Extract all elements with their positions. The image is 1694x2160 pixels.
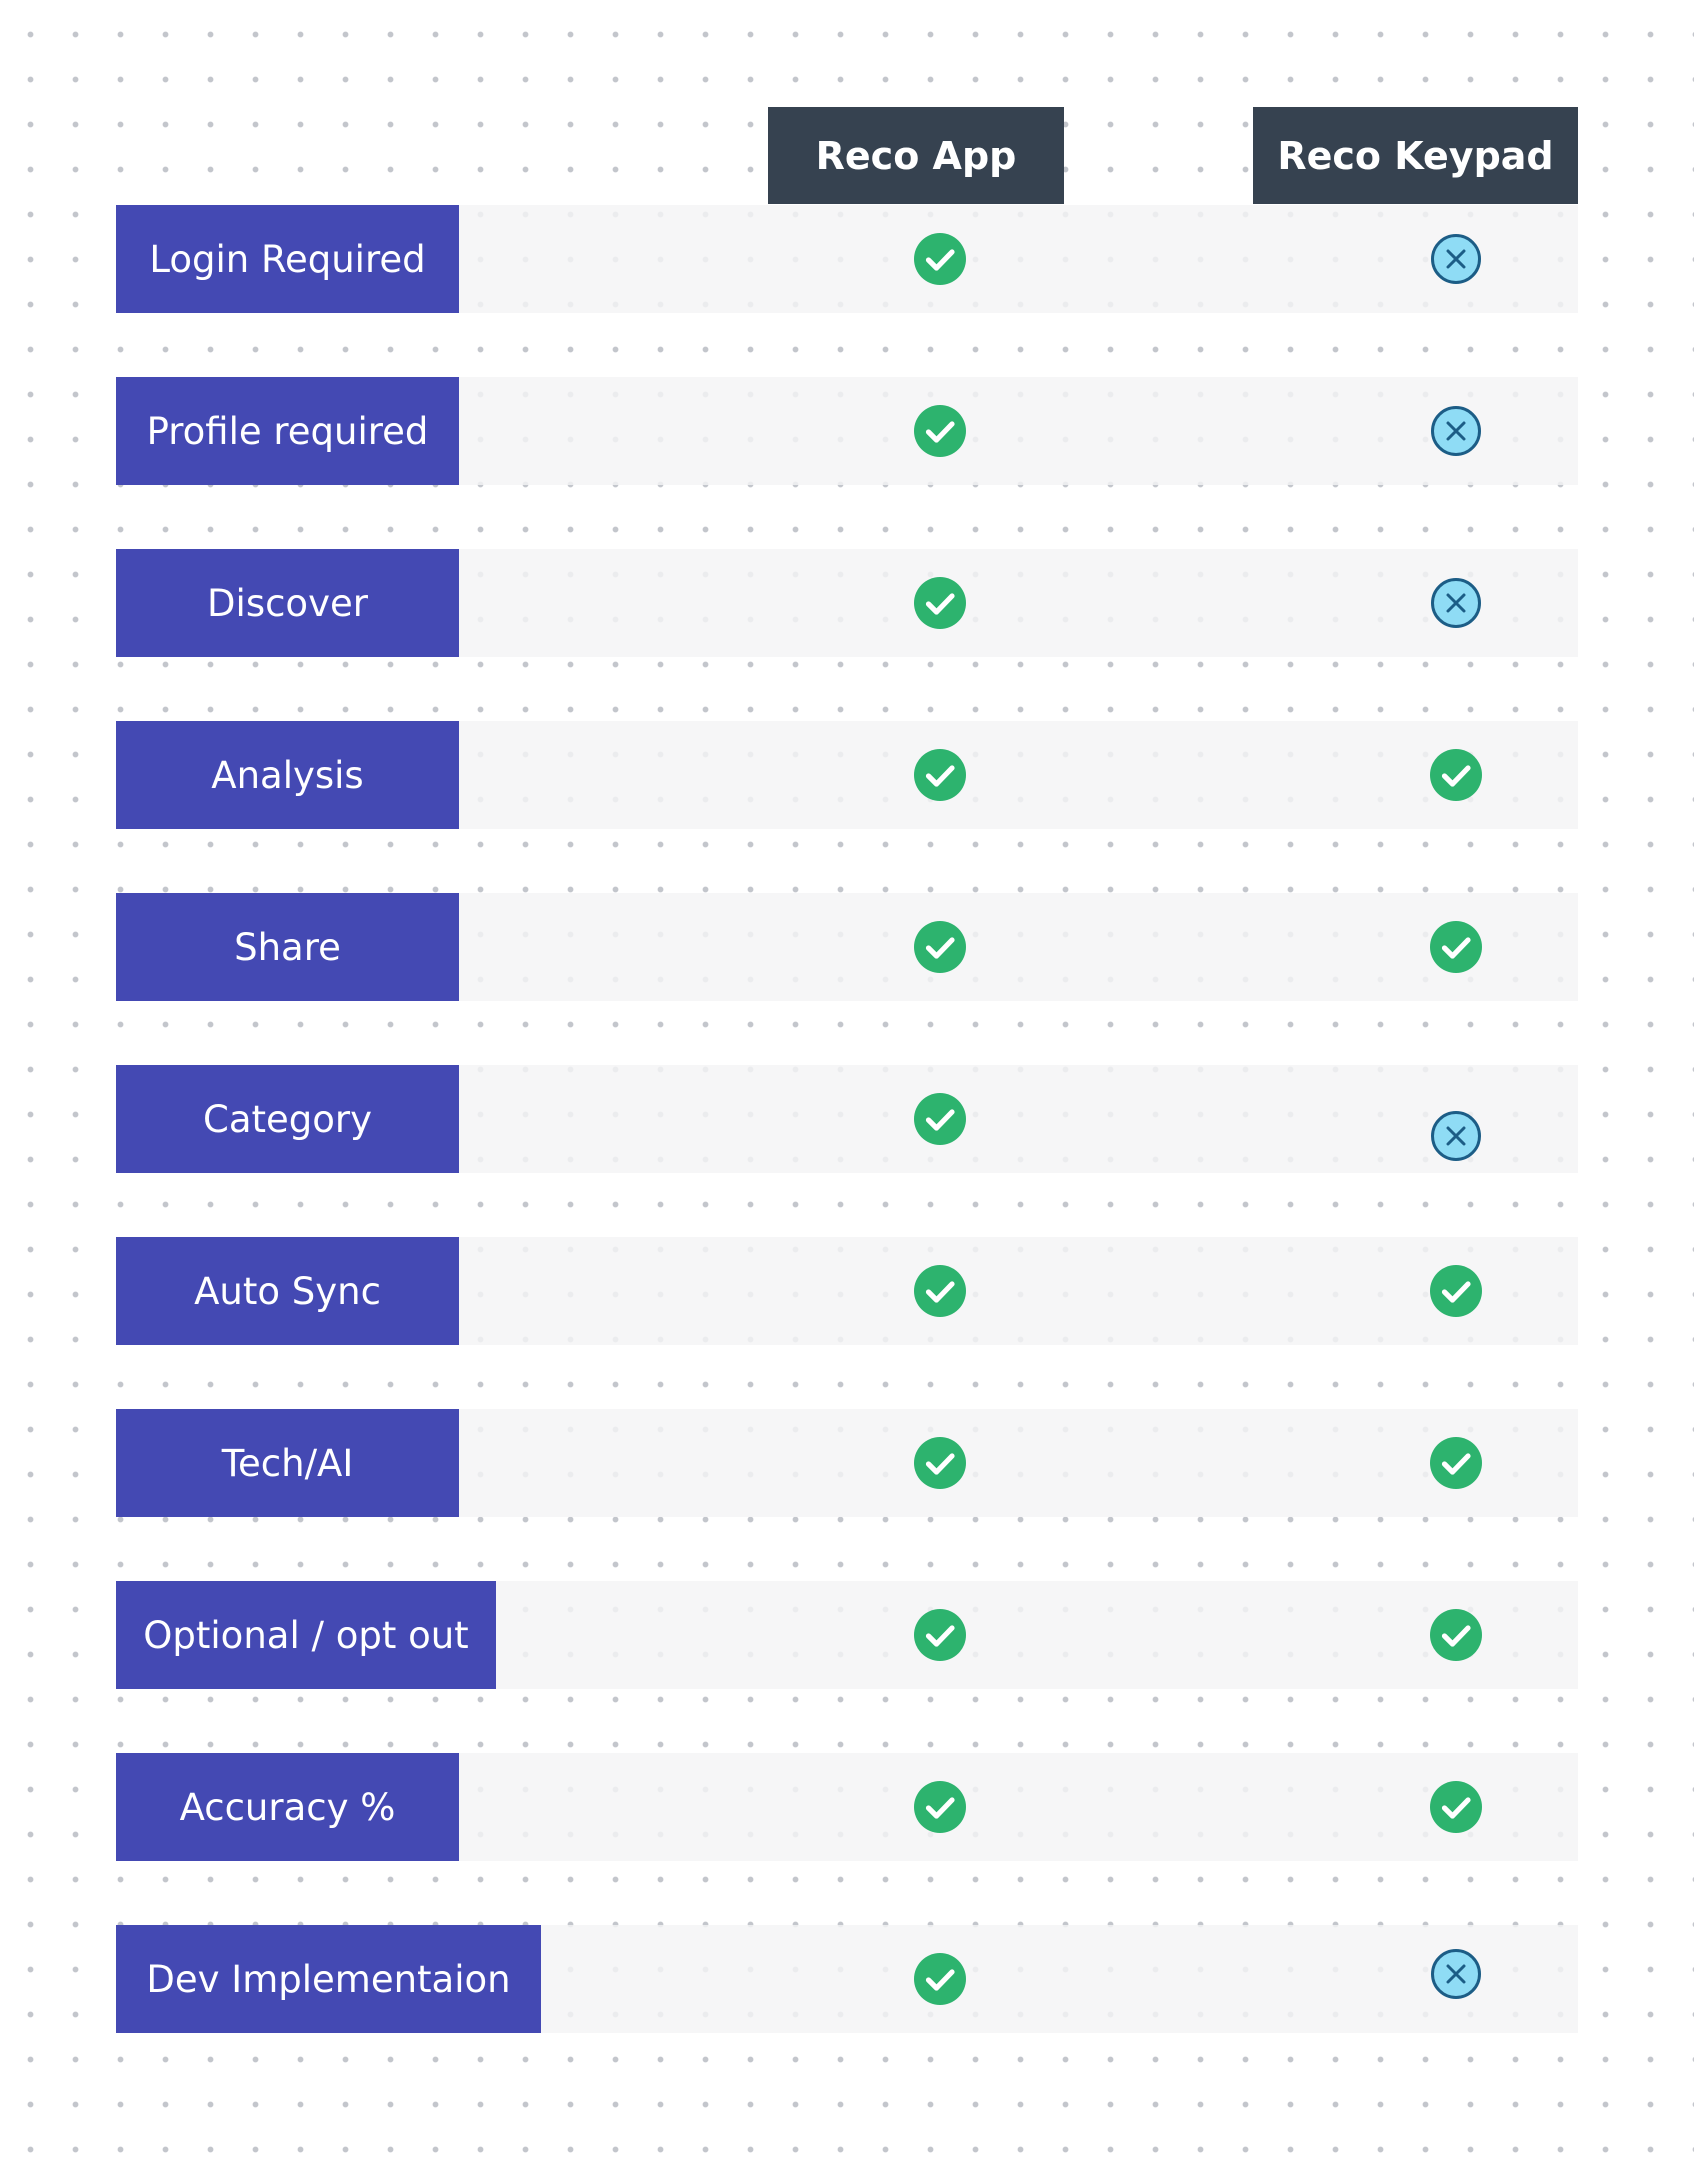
row-label: Auto Sync: [116, 1237, 459, 1345]
check-icon: [1429, 920, 1483, 974]
check-icon: [913, 748, 967, 802]
cross-circle-icon: [1429, 404, 1483, 458]
row-label: Dev Implementaion: [116, 1925, 541, 2033]
check-icon: [1429, 1608, 1483, 1662]
row-label: Profile required: [116, 377, 459, 485]
cross-circle-icon: [1429, 1109, 1483, 1163]
check-icon: [1429, 1780, 1483, 1834]
check-icon: [913, 1780, 967, 1834]
column-header-reco-keypad: Reco Keypad: [1253, 107, 1578, 204]
row-label: Discover: [116, 549, 459, 657]
comparison-page: { "columns": [ {"label": "Reco App"}, {"…: [0, 0, 1694, 2160]
check-icon: [913, 576, 967, 630]
check-icon: [913, 1264, 967, 1318]
row-label: Optional / opt out: [116, 1581, 496, 1689]
check-icon: [1429, 748, 1483, 802]
check-icon: [913, 1436, 967, 1490]
check-icon: [913, 1608, 967, 1662]
check-icon: [913, 404, 967, 458]
check-icon: [913, 232, 967, 286]
cross-circle-icon: [1429, 576, 1483, 630]
column-header-reco-app: Reco App: [768, 107, 1064, 204]
check-icon: [1429, 1264, 1483, 1318]
row-label: Share: [116, 893, 459, 1001]
row-label: Analysis: [116, 721, 459, 829]
check-icon: [913, 920, 967, 974]
row-label: Login Required: [116, 205, 459, 313]
check-icon: [1429, 1436, 1483, 1490]
check-icon: [913, 1092, 967, 1146]
row-label: Tech/AI: [116, 1409, 459, 1517]
check-icon: [913, 1952, 967, 2006]
row-label: Accuracy %: [116, 1753, 459, 1861]
cross-circle-icon: [1429, 232, 1483, 286]
row-label: Category: [116, 1065, 459, 1173]
cross-circle-icon: [1429, 1947, 1483, 2001]
